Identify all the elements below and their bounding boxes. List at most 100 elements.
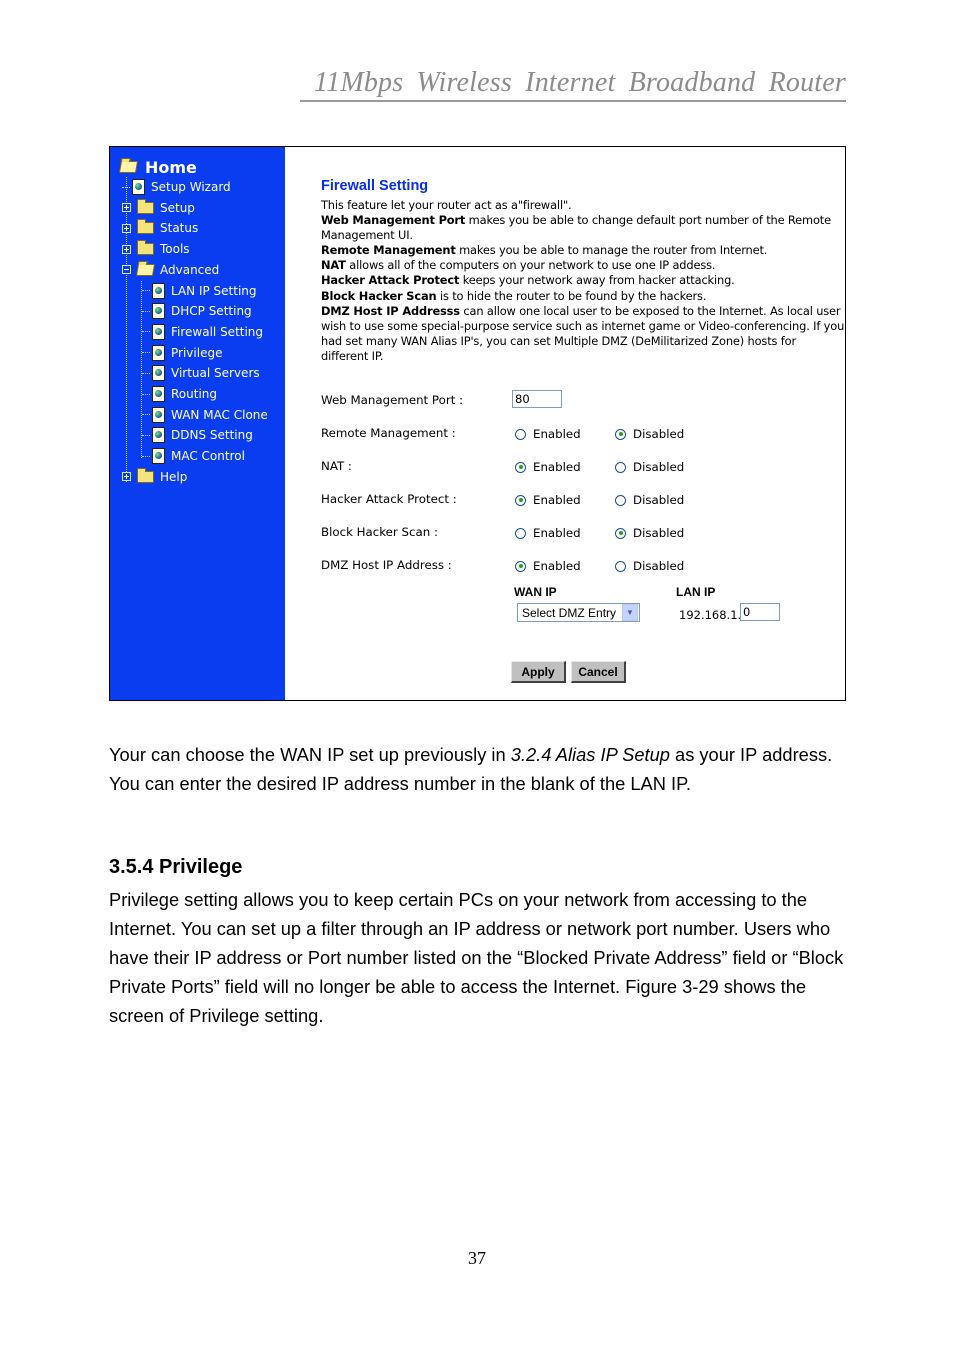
radio-checked-icon[interactable] bbox=[615, 527, 626, 539]
sidebar-nav-tree: Home Setup Wizard Setup Status Tools Advance… bbox=[110, 147, 285, 700]
description-text: is to hide the router to be found by the… bbox=[436, 288, 707, 303]
description-term: Block Hacker Scan bbox=[321, 288, 437, 303]
description-line: Web Management Port makes you be able to… bbox=[321, 213, 831, 227]
description-line: wish to use some special-purpose service… bbox=[321, 319, 844, 333]
sidebar-item-label: Setup bbox=[160, 200, 195, 215]
chevron-down-icon[interactable]: ▼ bbox=[622, 604, 638, 621]
nat-enabled-radio[interactable]: Enabled bbox=[515, 460, 581, 474]
paragraph-alias-ip: Your can choose the WAN IP set up previo… bbox=[109, 740, 854, 798]
radio-label: Enabled bbox=[533, 559, 581, 573]
web-page-icon bbox=[152, 427, 165, 444]
radio-label: Enabled bbox=[533, 526, 581, 540]
description-text: Management UI. bbox=[321, 228, 413, 243]
radio-checked-icon[interactable] bbox=[515, 560, 526, 572]
description-line: Block Hacker Scan is to hide the router … bbox=[321, 289, 706, 303]
sidebar-item-help[interactable]: Help bbox=[122, 467, 187, 486]
tree-connector-line bbox=[142, 331, 150, 333]
description-line: Management UI. bbox=[321, 228, 413, 242]
description-term: NAT bbox=[321, 258, 346, 273]
radio-unchecked-icon[interactable] bbox=[615, 560, 626, 572]
radio-label: Disabled bbox=[633, 493, 685, 507]
nat-disabled-radio[interactable]: Disabled bbox=[615, 460, 684, 474]
sidebar-item-label: Tools bbox=[160, 242, 190, 257]
nat-label: NAT : bbox=[321, 459, 352, 473]
sidebar-home[interactable]: Home bbox=[118, 157, 197, 177]
lan-ip-prefix: 192.168.1. bbox=[679, 608, 742, 622]
description-line: Hacker Attack Protect keeps your network… bbox=[321, 273, 735, 287]
radio-unchecked-icon[interactable] bbox=[515, 527, 526, 539]
dmz-host-ip-address-enabled-radio[interactable]: Enabled bbox=[515, 559, 581, 573]
expand-icon[interactable] bbox=[122, 244, 131, 254]
lan-ip-input[interactable] bbox=[740, 603, 780, 621]
description-term: Hacker Attack Protect bbox=[321, 273, 460, 288]
sidebar-item-label: DHCP Setting bbox=[171, 304, 252, 319]
paragraph-reference: 3.2.4 Alias IP Setup bbox=[510, 744, 670, 765]
sidebar-item-label: Firewall Setting bbox=[171, 324, 264, 339]
tree-connector-line bbox=[142, 290, 150, 291]
sidebar-item-tools[interactable]: Tools bbox=[122, 240, 190, 258]
hacker-attack-protect-label: Hacker Attack Protect : bbox=[321, 492, 457, 506]
sidebar-item-ddns-setting[interactable]: DDNS Setting bbox=[142, 426, 253, 444]
radio-checked-icon[interactable] bbox=[515, 494, 526, 506]
tree-connector-line bbox=[142, 455, 150, 457]
web-page-icon bbox=[152, 386, 165, 402]
sidebar-item-label: MAC Control bbox=[171, 449, 245, 464]
cancel-button[interactable]: Cancel bbox=[571, 661, 626, 683]
block-hacker-scan-disabled-radio[interactable]: Disabled bbox=[615, 526, 684, 540]
sidebar-item-routing[interactable]: Routing bbox=[142, 385, 217, 403]
folder-open-icon bbox=[135, 263, 156, 276]
sidebar-item-mac-control[interactable]: MAC Control bbox=[142, 447, 245, 465]
sidebar-home-label: Home bbox=[145, 157, 197, 177]
section-heading: 3.5.4 Privilege bbox=[109, 856, 243, 878]
radio-label: Enabled bbox=[533, 460, 581, 474]
web-port-input[interactable] bbox=[512, 390, 562, 408]
sidebar-item-dhcp-setting[interactable]: DHCP Setting bbox=[142, 302, 252, 320]
collapse-icon[interactable] bbox=[122, 265, 131, 275]
radio-unchecked-icon[interactable] bbox=[615, 494, 626, 506]
sidebar-item-privilege[interactable]: Privilege bbox=[142, 344, 222, 362]
radio-unchecked-icon[interactable] bbox=[615, 461, 626, 473]
sidebar-item-label: Advanced bbox=[160, 262, 220, 277]
web-page-icon bbox=[152, 448, 165, 465]
sidebar-item-lan-ip-setting[interactable]: LAN IP Setting bbox=[142, 282, 257, 300]
sidebar-item-wan-mac-clone[interactable]: WAN MAC Clone bbox=[142, 406, 268, 424]
description-term: Web Management Port bbox=[321, 213, 466, 227]
web-port-label: Web Management Port : bbox=[321, 393, 464, 407]
tree-connector-line bbox=[142, 393, 150, 395]
remote-management-disabled-radio[interactable]: Disabled bbox=[615, 427, 684, 441]
expand-icon[interactable] bbox=[122, 223, 131, 233]
hacker-attack-protect-enabled-radio[interactable]: Enabled bbox=[515, 493, 581, 507]
sidebar-item-label: Virtual Servers bbox=[171, 366, 260, 381]
web-page-icon bbox=[152, 303, 165, 320]
dmz-host-ip-address-disabled-radio[interactable]: Disabled bbox=[615, 559, 684, 573]
lan-ip-label: LAN IP bbox=[676, 585, 716, 599]
description-text: wish to use some special-purpose service… bbox=[321, 318, 845, 333]
radio-label: Disabled bbox=[633, 427, 685, 441]
hacker-attack-protect-disabled-radio[interactable]: Disabled bbox=[615, 493, 684, 507]
radio-checked-icon[interactable] bbox=[615, 428, 626, 440]
remote-management-label: Remote Management : bbox=[321, 426, 456, 440]
apply-button[interactable]: Apply bbox=[511, 661, 566, 683]
web-page-icon bbox=[152, 344, 165, 361]
panel-intro: This feature let your router act as a"fi… bbox=[321, 198, 572, 212]
sidebar-item-virtual-servers[interactable]: Virtual Servers bbox=[142, 364, 260, 382]
sidebar-item-firewall-setting[interactable]: Firewall Setting bbox=[142, 323, 263, 341]
block-hacker-scan-enabled-radio[interactable]: Enabled bbox=[515, 526, 581, 540]
remote-management-enabled-radio[interactable]: Enabled bbox=[515, 427, 581, 441]
expand-icon[interactable] bbox=[122, 472, 131, 482]
sidebar-item-setup-wizard[interactable]: Setup Wizard bbox=[122, 178, 231, 196]
dmz-wan-ip-select[interactable]: Select DMZ Entry ▼ bbox=[517, 603, 640, 622]
description-text: makes you be able to manage the router f… bbox=[455, 243, 768, 258]
dmz-select-value: Select DMZ Entry bbox=[522, 605, 617, 620]
section-body: Privilege setting allows you to keep cer… bbox=[109, 889, 844, 1026]
sidebar-item-status[interactable]: Status bbox=[122, 219, 198, 237]
sidebar-item-advanced[interactable]: Advanced bbox=[122, 261, 219, 279]
panel-title: Firewall Setting bbox=[321, 178, 429, 194]
page-number: 37 bbox=[468, 1248, 486, 1268]
running-header: 11Mbps Wireless Internet Broadband Route… bbox=[300, 66, 846, 102]
expand-icon[interactable] bbox=[122, 203, 131, 213]
radio-checked-icon[interactable] bbox=[515, 461, 526, 473]
radio-unchecked-icon[interactable] bbox=[515, 428, 526, 440]
web-page-icon bbox=[152, 282, 165, 299]
sidebar-item-setup[interactable]: Setup bbox=[122, 198, 195, 217]
